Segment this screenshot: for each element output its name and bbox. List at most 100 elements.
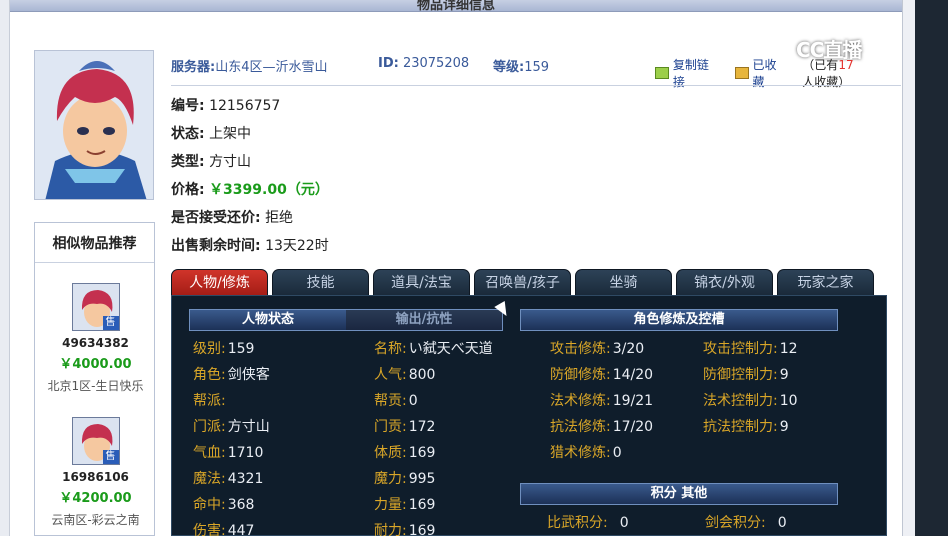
cultivation-header: 角色修炼及控槽 bbox=[520, 309, 838, 331]
status-subtabs: 人物状态 输出/抗性 bbox=[189, 309, 503, 331]
stat-value: 447 bbox=[227, 523, 255, 536]
tab-summons[interactable]: 召唤兽/孩子 bbox=[474, 269, 571, 295]
stat-label: 角色: bbox=[193, 367, 226, 383]
number-label: 编号: bbox=[171, 98, 205, 114]
stat-label: 伤害: bbox=[193, 523, 226, 536]
stat-col3: 猎术修炼: 0 bbox=[550, 442, 622, 462]
similar-items-panel: 相似物品推荐 售 49634382 ￥4000.00 北京1区-生日快乐 售 1… bbox=[34, 222, 155, 536]
stat-col1: 伤害: 447 bbox=[193, 520, 254, 536]
score-label: 剑会积分: bbox=[705, 515, 766, 531]
stat-value: 0 bbox=[408, 393, 418, 409]
similar-item-thumbnail[interactable]: 售 bbox=[71, 417, 120, 465]
stat-col1: 气血: 1710 bbox=[193, 442, 263, 462]
stat-col1: 门派: 方寸山 bbox=[193, 416, 270, 436]
stat-value: 14/20 bbox=[612, 367, 654, 383]
id-value: 23075208 bbox=[402, 56, 470, 71]
stat-value: 172 bbox=[408, 419, 436, 435]
stat-value: 10 bbox=[779, 393, 798, 409]
similar-item-server[interactable]: 云南区-彩云之南 bbox=[35, 511, 156, 528]
time-left-value: 13天22时 bbox=[265, 238, 329, 254]
type-label: 类型: bbox=[171, 154, 205, 170]
stat-label: 体质: bbox=[374, 445, 407, 461]
stat-col4: 攻击控制力: 12 bbox=[703, 338, 798, 358]
id-label: ID: bbox=[378, 56, 399, 71]
stat-label: 力量: bbox=[374, 497, 407, 513]
fav-number: 17 bbox=[838, 58, 854, 72]
stat-label: 气血: bbox=[193, 445, 226, 461]
similar-item-server[interactable]: 北京1区-生日快乐 bbox=[35, 377, 156, 394]
score-score2: 剑会积分: 0 bbox=[705, 512, 787, 532]
stat-col3: 防御修炼: 14/20 bbox=[550, 364, 653, 384]
tab-items[interactable]: 道具/法宝 bbox=[373, 269, 470, 295]
section-title: 物品详细信息 bbox=[416, 0, 495, 12]
stat-label: 抗法控制力: bbox=[703, 419, 778, 435]
stat-col4: 防御控制力: 9 bbox=[703, 364, 789, 384]
stat-col1: 帮派: bbox=[193, 390, 228, 410]
stat-label: 法术控制力: bbox=[703, 393, 778, 409]
stat-label: 防御控制力: bbox=[703, 367, 778, 383]
status-value: 上架中 bbox=[209, 126, 252, 142]
stat-col4: 抗法控制力: 9 bbox=[703, 416, 789, 436]
server-value: 山东4区—沂水雪山 bbox=[215, 60, 328, 75]
link-icon bbox=[655, 67, 669, 79]
stat-value: 9 bbox=[779, 419, 789, 435]
stat-value: 0 bbox=[612, 445, 622, 461]
scrollbar-track[interactable] bbox=[915, 0, 948, 536]
stat-col2: 体质: 169 bbox=[374, 442, 435, 462]
score-score1: 比武积分: 0 bbox=[547, 512, 629, 532]
price-value: ￥3399.00（元） bbox=[209, 182, 329, 198]
stat-label: 帮派: bbox=[193, 393, 226, 409]
score-value: 0 bbox=[777, 515, 787, 531]
stat-value: 4321 bbox=[227, 471, 264, 487]
stat-col1: 级别: 159 bbox=[193, 338, 254, 358]
stat-col2: 门贡: 172 bbox=[374, 416, 435, 436]
tab-mounts[interactable]: 坐骑 bbox=[575, 269, 672, 295]
fav-suffix: 人收藏） bbox=[802, 75, 851, 89]
similar-item[interactable]: 售 16986106 ￥4200.00 云南区-彩云之南 bbox=[35, 417, 156, 528]
page-left-border bbox=[0, 0, 10, 536]
subtab-status[interactable]: 人物状态 bbox=[190, 310, 346, 330]
score-header: 积分 其他 bbox=[520, 483, 838, 505]
stat-value: 169 bbox=[408, 523, 436, 536]
stat-value: 方寸山 bbox=[227, 419, 270, 435]
stat-label: 人气: bbox=[374, 367, 407, 383]
level-label: 等级: bbox=[493, 60, 525, 75]
stat-col3: 法术修炼: 19/21 bbox=[550, 390, 653, 410]
stat-value: 19/21 bbox=[612, 393, 654, 409]
stat-label: 猎术修炼: bbox=[550, 445, 611, 461]
divider bbox=[171, 85, 901, 86]
similar-item-thumbnail[interactable]: 售 bbox=[71, 283, 120, 331]
stat-col4: 法术控制力: 10 bbox=[703, 390, 798, 410]
stat-label: 帮贡: bbox=[374, 393, 407, 409]
stat-label: 级别: bbox=[193, 341, 226, 357]
similar-item-price: ￥4000.00 bbox=[59, 357, 132, 372]
stat-value: 800 bbox=[408, 367, 436, 383]
time-left-label: 出售剩余时间: bbox=[171, 238, 261, 254]
subtab-output-resist[interactable]: 输出/抗性 bbox=[346, 310, 502, 330]
stat-label: 攻击控制力: bbox=[703, 341, 778, 357]
similar-items-title: 相似物品推荐 bbox=[35, 223, 154, 263]
level-value: 159 bbox=[524, 60, 550, 75]
stat-col1: 魔法: 4321 bbox=[193, 468, 263, 488]
stat-label: 魔力: bbox=[374, 471, 407, 487]
stat-col2: 帮贡: 0 bbox=[374, 390, 418, 410]
stat-value: 995 bbox=[408, 471, 436, 487]
tab-outfits[interactable]: 锦衣/外观 bbox=[676, 269, 773, 295]
score-label: 比武积分: bbox=[547, 515, 608, 531]
number-value: 12156757 bbox=[209, 98, 281, 114]
stat-value: い弑天べ天道 bbox=[408, 341, 493, 357]
stat-label: 法术修炼: bbox=[550, 393, 611, 409]
bargain-label: 是否接受还价: bbox=[171, 210, 261, 226]
stat-label: 命中: bbox=[193, 497, 226, 513]
character-avatar bbox=[34, 50, 154, 200]
status-label: 状态: bbox=[171, 126, 205, 142]
tab-home[interactable]: 玩家之家 bbox=[777, 269, 874, 295]
tab-skills[interactable]: 技能 bbox=[272, 269, 369, 295]
stat-label: 耐力: bbox=[374, 523, 407, 536]
similar-item-price: ￥4200.00 bbox=[59, 491, 132, 506]
stat-value: 169 bbox=[408, 445, 436, 461]
tab-character[interactable]: 人物/修炼 bbox=[171, 269, 268, 295]
stat-label: 攻击修炼: bbox=[550, 341, 611, 357]
stat-label: 抗法修炼: bbox=[550, 419, 611, 435]
similar-item[interactable]: 售 49634382 ￥4000.00 北京1区-生日快乐 bbox=[35, 283, 156, 394]
